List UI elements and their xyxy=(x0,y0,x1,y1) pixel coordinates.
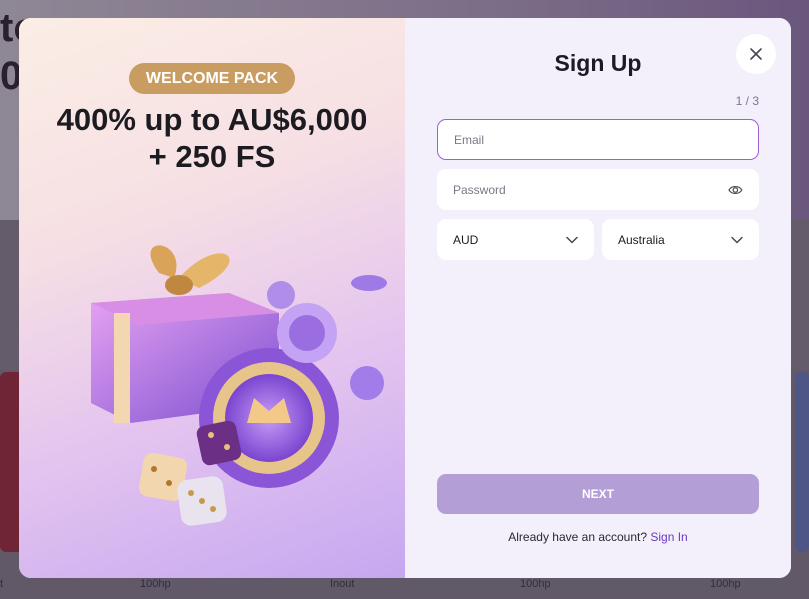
email-input[interactable] xyxy=(454,132,742,147)
password-field[interactable] xyxy=(437,169,759,210)
chevron-down-icon xyxy=(566,236,578,244)
signup-modal: WELCOME PACK 400% up to AU$6,000 + 250 F… xyxy=(19,18,791,578)
email-field[interactable] xyxy=(437,119,759,160)
form-title: Sign Up xyxy=(554,50,642,76)
password-input[interactable] xyxy=(453,182,721,197)
country-select[interactable]: Australia xyxy=(602,219,759,260)
currency-value: AUD xyxy=(453,232,479,247)
next-button[interactable]: NEXT xyxy=(437,474,759,514)
promo-subheadline: + 250 FS xyxy=(148,139,276,174)
signin-prompt: Already have an account? Sign In xyxy=(405,530,791,544)
have-account-text: Already have an account? xyxy=(508,530,648,544)
currency-select[interactable]: AUD xyxy=(437,219,594,260)
chevron-down-icon xyxy=(731,236,743,244)
promo-panel: WELCOME PACK 400% up to AU$6,000 + 250 F… xyxy=(19,18,405,578)
eye-icon[interactable] xyxy=(728,182,743,198)
step-indicator: 1 / 3 xyxy=(735,94,759,108)
promo-headline: 400% up to AU$6,000 xyxy=(56,102,368,137)
country-value: Australia xyxy=(618,232,665,247)
signup-form: Sign Up 1 / 3 AUD Australia NEXT xyxy=(405,18,791,578)
casino-chip-large xyxy=(199,348,339,488)
welcome-badge: WELCOME PACK xyxy=(129,63,295,94)
gift-chips-illustration xyxy=(91,245,387,526)
signin-link[interactable]: Sign In xyxy=(650,530,687,544)
